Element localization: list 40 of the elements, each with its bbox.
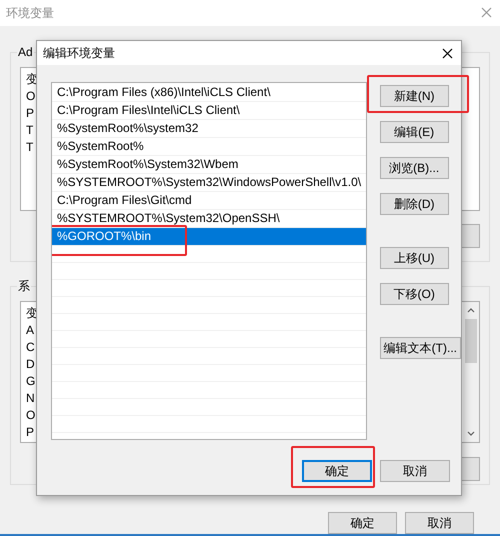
dialog-button[interactable]: 删除(D) [380,193,449,215]
path-row[interactable]: %GOROOT%\bin [52,228,366,245]
dialog-title: 编辑环境变量 [43,45,115,62]
chevron-down-icon[interactable] [467,431,475,436]
dialog-button[interactable]: 上移(U) [380,247,449,269]
path-row[interactable]: C:\Program Files (x86)\Intel\iCLS Client\ [52,84,366,101]
list-item[interactable]: P [26,104,34,122]
dialog-button[interactable]: 浏览(B)... [380,157,449,179]
list-item[interactable]: A [26,322,34,340]
path-row[interactable]: %SystemRoot% [52,138,366,155]
list-item[interactable]: O [26,407,36,424]
list-item[interactable]: T [26,138,34,156]
list-item[interactable]: P [26,424,34,442]
dialog-button[interactable]: 新建(N) [380,85,449,107]
window-title: 环境变量 [6,4,54,22]
dialog-button[interactable]: 下移(O) [380,283,449,305]
scrollbar[interactable] [463,302,479,442]
dialog-button[interactable]: 确定 [328,512,397,534]
list-item[interactable]: C [26,339,35,356]
list-item[interactable]: O [26,88,36,105]
close-icon[interactable] [442,48,453,58]
group-label: Ad [17,44,34,59]
dialog-button[interactable]: 确定 [302,460,372,482]
group-label: 系 [17,279,31,294]
list-item[interactable]: D [26,356,35,374]
dialog-button[interactable]: 取消 [405,512,474,534]
dialog-button[interactable]: 编辑(E) [380,121,449,143]
path-row[interactable]: %SYSTEMROOT%\System32\OpenSSH\ [52,210,366,227]
path-row[interactable]: %SystemRoot%\System32\Wbem [52,156,366,173]
path-row[interactable]: C:\Program Files\Git\cmd [52,192,366,209]
chevron-up-icon[interactable] [467,308,475,314]
list-item[interactable]: G [26,373,36,390]
list-item[interactable]: N [26,390,35,408]
list-item[interactable]: T [26,122,34,139]
dialog-button[interactable]: 取消 [380,460,450,482]
dialog-button[interactable]: 编辑文本(T)... [380,337,461,359]
path-row[interactable]: C:\Program Files\Intel\iCLS Client\ [52,102,366,119]
path-row[interactable]: %SystemRoot%\system32 [52,120,366,137]
scroll-thumb[interactable] [465,319,477,364]
path-row[interactable]: %SYSTEMROOT%\System32\WindowsPowerShell\v1.0\ [52,174,366,191]
